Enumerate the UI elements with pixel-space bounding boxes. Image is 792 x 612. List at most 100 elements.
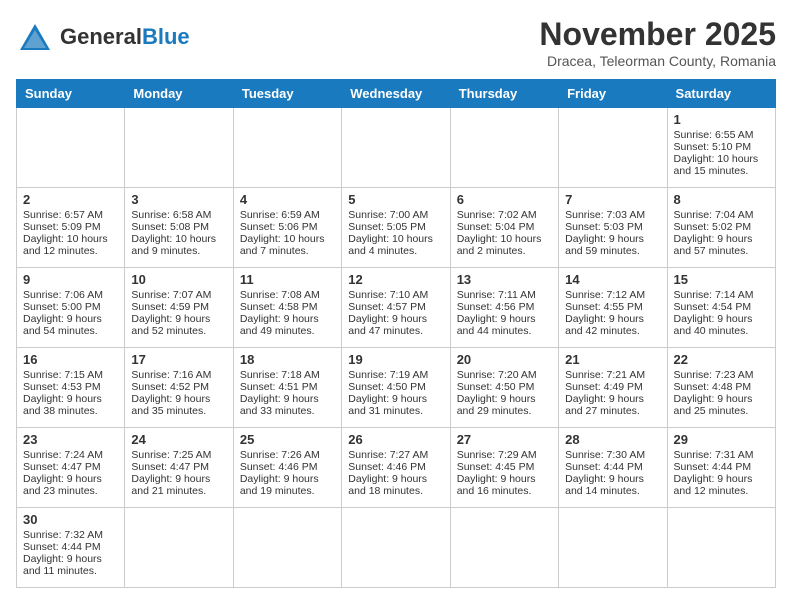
day-info-line: Sunrise: 7:30 AM	[565, 449, 660, 461]
calendar-cell: 12Sunrise: 7:10 AMSunset: 4:57 PMDayligh…	[342, 268, 450, 348]
day-number: 5	[348, 192, 443, 207]
day-info-line: Daylight: 9 hours	[457, 393, 552, 405]
calendar-cell	[125, 508, 233, 588]
day-info-line: Daylight: 9 hours	[674, 473, 769, 485]
day-info-line: Sunrise: 7:18 AM	[240, 369, 335, 381]
day-info-line: Daylight: 9 hours	[131, 313, 226, 325]
calendar-cell	[450, 508, 558, 588]
day-info-line: Daylight: 9 hours	[674, 313, 769, 325]
day-number: 27	[457, 432, 552, 447]
logo-blue: Blue	[142, 24, 190, 49]
day-number: 14	[565, 272, 660, 287]
day-info-line: Sunset: 4:44 PM	[565, 461, 660, 473]
day-number: 4	[240, 192, 335, 207]
day-info-line: Sunrise: 7:16 AM	[131, 369, 226, 381]
day-number: 29	[674, 432, 769, 447]
day-info-line: Sunset: 4:48 PM	[674, 381, 769, 393]
day-info-line: and 21 minutes.	[131, 485, 226, 497]
calendar-cell: 2Sunrise: 6:57 AMSunset: 5:09 PMDaylight…	[17, 188, 125, 268]
calendar-cell: 14Sunrise: 7:12 AMSunset: 4:55 PMDayligh…	[559, 268, 667, 348]
day-info-line: Daylight: 10 hours	[674, 153, 769, 165]
day-info-line: Sunset: 4:57 PM	[348, 301, 443, 313]
calendar-cell	[559, 108, 667, 188]
day-info-line: Sunset: 5:03 PM	[565, 221, 660, 233]
logo-icon	[16, 20, 54, 58]
day-info-line: Daylight: 9 hours	[23, 473, 118, 485]
calendar-cell: 10Sunrise: 7:07 AMSunset: 4:59 PMDayligh…	[125, 268, 233, 348]
day-info-line: and 2 minutes.	[457, 245, 552, 257]
week-row-2: 2Sunrise: 6:57 AMSunset: 5:09 PMDaylight…	[17, 188, 776, 268]
day-info-line: Sunset: 4:44 PM	[674, 461, 769, 473]
day-info-line: and 40 minutes.	[674, 325, 769, 337]
day-info-line: and 35 minutes.	[131, 405, 226, 417]
calendar-cell	[233, 108, 341, 188]
day-number: 18	[240, 352, 335, 367]
day-info-line: Sunset: 4:46 PM	[240, 461, 335, 473]
day-info-line: Sunset: 5:10 PM	[674, 141, 769, 153]
day-info-line: Daylight: 9 hours	[131, 473, 226, 485]
day-info-line: Sunset: 4:50 PM	[348, 381, 443, 393]
day-info-line: Sunrise: 7:15 AM	[23, 369, 118, 381]
day-info-line: Sunrise: 7:23 AM	[674, 369, 769, 381]
week-row-4: 16Sunrise: 7:15 AMSunset: 4:53 PMDayligh…	[17, 348, 776, 428]
day-info-line: Daylight: 9 hours	[240, 313, 335, 325]
day-number: 23	[23, 432, 118, 447]
day-info-line: Sunset: 4:47 PM	[131, 461, 226, 473]
calendar-cell: 6Sunrise: 7:02 AMSunset: 5:04 PMDaylight…	[450, 188, 558, 268]
title-area: November 2025 Dracea, Teleorman County, …	[539, 16, 776, 69]
col-header-tuesday: Tuesday	[233, 80, 341, 108]
calendar-cell: 4Sunrise: 6:59 AMSunset: 5:06 PMDaylight…	[233, 188, 341, 268]
day-info-line: Sunrise: 6:58 AM	[131, 209, 226, 221]
day-number: 24	[131, 432, 226, 447]
day-info-line: Daylight: 9 hours	[348, 473, 443, 485]
day-number: 13	[457, 272, 552, 287]
day-info-line: Daylight: 9 hours	[240, 393, 335, 405]
calendar-cell: 23Sunrise: 7:24 AMSunset: 4:47 PMDayligh…	[17, 428, 125, 508]
day-info-line: Sunset: 4:47 PM	[23, 461, 118, 473]
day-info-line: Sunrise: 7:31 AM	[674, 449, 769, 461]
day-info-line: and 52 minutes.	[131, 325, 226, 337]
col-header-saturday: Saturday	[667, 80, 775, 108]
calendar-cell: 3Sunrise: 6:58 AMSunset: 5:08 PMDaylight…	[125, 188, 233, 268]
day-info-line: Sunset: 4:44 PM	[23, 541, 118, 553]
day-info-line: Sunset: 5:09 PM	[23, 221, 118, 233]
calendar-cell: 30Sunrise: 7:32 AMSunset: 4:44 PMDayligh…	[17, 508, 125, 588]
day-info-line: Sunset: 4:49 PM	[565, 381, 660, 393]
day-info-line: Daylight: 10 hours	[131, 233, 226, 245]
day-info-line: and 12 minutes.	[23, 245, 118, 257]
day-info-line: and 57 minutes.	[674, 245, 769, 257]
month-title: November 2025	[539, 16, 776, 53]
calendar-cell: 27Sunrise: 7:29 AMSunset: 4:45 PMDayligh…	[450, 428, 558, 508]
day-info-line: and 12 minutes.	[674, 485, 769, 497]
day-info-line: Sunrise: 7:27 AM	[348, 449, 443, 461]
day-number: 28	[565, 432, 660, 447]
day-info-line: Sunset: 4:50 PM	[457, 381, 552, 393]
calendar-cell	[559, 508, 667, 588]
day-number: 17	[131, 352, 226, 367]
day-info-line: Daylight: 9 hours	[23, 393, 118, 405]
calendar-cell: 26Sunrise: 7:27 AMSunset: 4:46 PMDayligh…	[342, 428, 450, 508]
page-header: GeneralBlue November 2025 Dracea, Teleor…	[16, 16, 776, 69]
calendar-cell: 28Sunrise: 7:30 AMSunset: 4:44 PMDayligh…	[559, 428, 667, 508]
logo-text-group: GeneralBlue	[60, 26, 190, 48]
col-header-thursday: Thursday	[450, 80, 558, 108]
day-info-line: Sunrise: 7:26 AM	[240, 449, 335, 461]
day-info-line: Sunset: 4:51 PM	[240, 381, 335, 393]
day-info-line: and 4 minutes.	[348, 245, 443, 257]
day-number: 3	[131, 192, 226, 207]
day-info-line: Sunset: 4:53 PM	[23, 381, 118, 393]
calendar-cell	[233, 508, 341, 588]
day-info-line: Sunset: 5:05 PM	[348, 221, 443, 233]
day-info-line: Sunrise: 7:25 AM	[131, 449, 226, 461]
day-info-line: and 33 minutes.	[240, 405, 335, 417]
day-info-line: Sunset: 4:54 PM	[674, 301, 769, 313]
day-info-line: and 14 minutes.	[565, 485, 660, 497]
day-info-line: and 47 minutes.	[348, 325, 443, 337]
day-info-line: and 7 minutes.	[240, 245, 335, 257]
day-info-line: Sunrise: 7:32 AM	[23, 529, 118, 541]
day-number: 7	[565, 192, 660, 207]
day-info-line: and 15 minutes.	[674, 165, 769, 177]
day-info-line: Sunrise: 6:55 AM	[674, 129, 769, 141]
calendar-cell	[450, 108, 558, 188]
day-info-line: Sunrise: 7:21 AM	[565, 369, 660, 381]
